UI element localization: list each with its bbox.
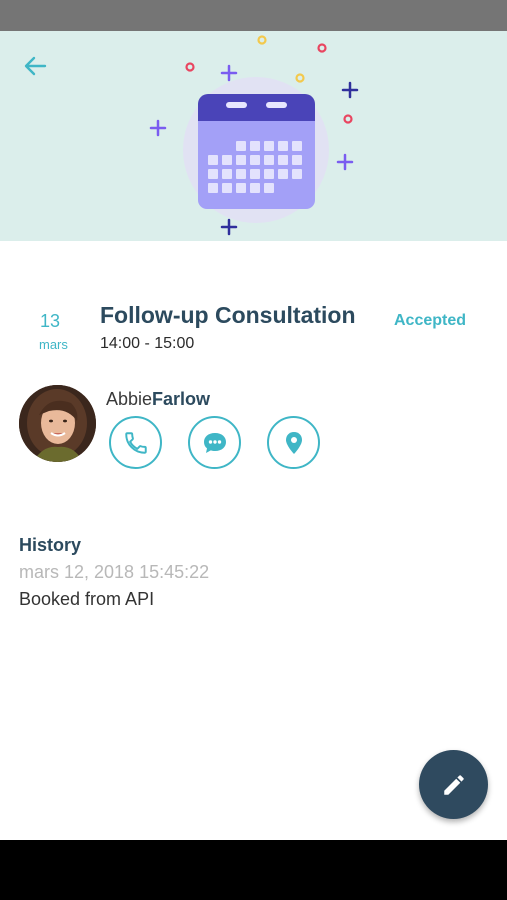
edit-button[interactable]: [419, 750, 488, 819]
patient-name: AbbieFarlow: [106, 389, 210, 410]
pencil-icon: [443, 774, 464, 795]
patient-last-name: Farlow: [152, 389, 211, 409]
history-entry-text: Booked from API: [19, 589, 155, 609]
back-button[interactable]: [18, 51, 52, 81]
appointment-month-wrapper: mars: [20, 337, 90, 352]
message-button[interactable]: [188, 416, 241, 469]
appointment-detail: 13 mars Follow-up Consultation 14:00 - 1…: [0, 241, 507, 840]
navigation-bar: [0, 840, 507, 900]
status-badge: Accepted: [394, 312, 467, 329]
arrow-left-icon: [24, 56, 47, 76]
location-button[interactable]: [267, 416, 320, 469]
status-bar: [0, 0, 507, 31]
appointment-title: Follow-up Consultation: [100, 302, 356, 328]
avatar: [19, 385, 96, 462]
history-heading: History: [19, 535, 82, 555]
appointment-month: mars: [39, 337, 68, 352]
hero-banner: [0, 31, 507, 241]
patient-first-name: Abbie: [106, 389, 153, 409]
call-button[interactable]: [109, 416, 162, 469]
calendar-illustration: [149, 35, 359, 236]
avatar-photo: [19, 385, 96, 462]
appointment-day: 13: [39, 311, 61, 331]
phone-icon: [124, 431, 147, 454]
history-entry-date: mars 12, 2018 15:45:22: [19, 562, 210, 582]
map-pin-icon: [285, 431, 302, 454]
chat-bubble-icon: [203, 432, 226, 453]
appointment-time: 14:00 - 15:00: [100, 335, 195, 352]
